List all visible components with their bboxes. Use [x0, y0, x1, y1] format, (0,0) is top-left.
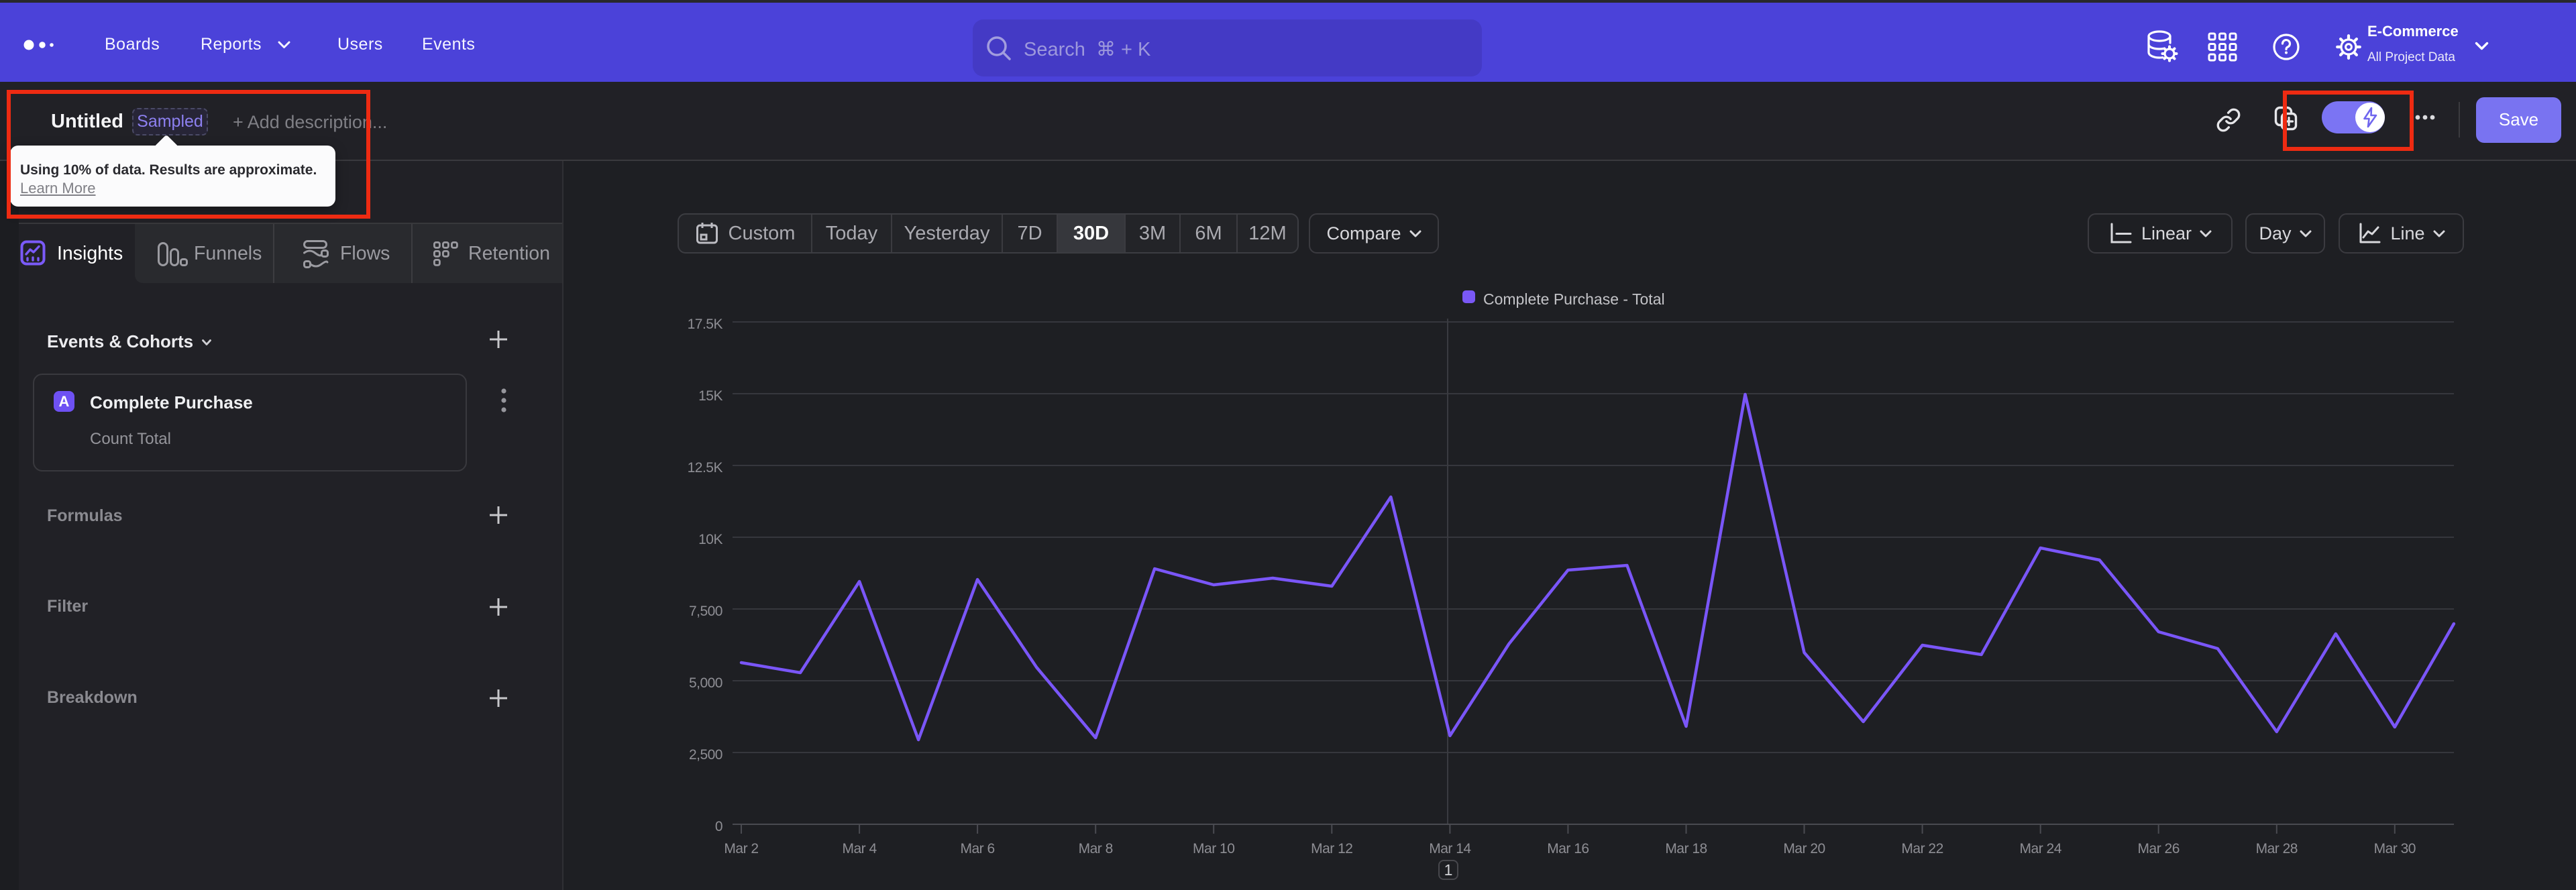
svg-text:10K: 10K: [698, 532, 722, 547]
svg-text:2,500: 2,500: [689, 747, 722, 763]
svg-text:Mar 28: Mar 28: [2256, 841, 2298, 856]
svg-text:Mar 8: Mar 8: [1079, 841, 1113, 856]
svg-text:Mar 14: Mar 14: [1429, 841, 1471, 856]
svg-text:0: 0: [715, 819, 722, 834]
svg-text:17.5K: 17.5K: [688, 317, 723, 332]
svg-text:5,000: 5,000: [689, 675, 722, 691]
svg-text:Mar 4: Mar 4: [843, 841, 877, 856]
svg-text:Mar 10: Mar 10: [1193, 841, 1234, 856]
svg-text:7,500: 7,500: [689, 604, 722, 619]
svg-text:Mar 12: Mar 12: [1311, 841, 1352, 856]
svg-text:Mar 30: Mar 30: [2374, 841, 2416, 856]
svg-text:Mar 6: Mar 6: [961, 841, 995, 856]
svg-text:Mar 16: Mar 16: [1547, 841, 1589, 856]
svg-text:15K: 15K: [698, 388, 722, 404]
svg-text:Mar 2: Mar 2: [724, 841, 758, 856]
svg-text:Mar 22: Mar 22: [1901, 841, 1943, 856]
svg-text:Mar 18: Mar 18: [1665, 841, 1707, 856]
svg-text:Mar 20: Mar 20: [1783, 841, 1825, 856]
svg-text:Mar 24: Mar 24: [2020, 841, 2062, 856]
svg-text:12.5K: 12.5K: [688, 460, 723, 476]
svg-text:Mar 26: Mar 26: [2138, 841, 2180, 856]
